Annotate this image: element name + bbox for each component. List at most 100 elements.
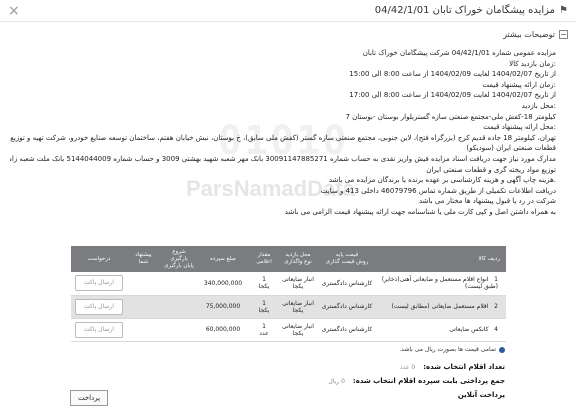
description-line: دریافت اطلاعات تکمیلی از طریق شماره تماس…	[320, 186, 556, 195]
row-number: 1	[494, 276, 498, 284]
col-base-price-label: قیمت پایه	[335, 252, 359, 258]
online-payment-label: پرداخت آنلاین	[457, 391, 505, 399]
row-location-name: انبار ضایعاتی	[282, 276, 314, 284]
description-line: مدارک مورد نیاز جهت دریافت اسناد مزایده …	[10, 154, 556, 163]
row-quantity: 1 یکجا	[248, 272, 280, 296]
col-amount: مبلغ سپرده	[198, 246, 248, 272]
row-location: انبار ضایعاتی یکجا	[280, 272, 316, 296]
description-block: مزایده عمومی شماره 04/42/1/01 شرکت پیشگا…	[10, 48, 556, 218]
selected-count-row: تعداد اقلام انتخاب شده: 0 عدد	[70, 360, 505, 374]
items-table: ردیف کالا قیمت پایه روش قیمت گذاری محل ب…	[71, 246, 506, 342]
row-user-offer	[127, 295, 160, 319]
description-line: به همراه داشتن اصل و کپی کارت ملی یا شنا…	[284, 207, 556, 216]
description-line: از تاریخ 1404/02/07 لغایت 1404/02/09 از …	[349, 70, 556, 79]
row-request: ارسال پاکت	[71, 318, 127, 342]
currency-note-text: تمامی قیمت ها بصورت ریال می باشد.	[399, 346, 496, 353]
selected-count-value: 0 عدد	[400, 363, 416, 371]
description-line: قطعات صنعتی ایران (سودیکو)	[466, 144, 556, 153]
description-line: :زمان ارائه پیشنهاد قیمت	[482, 80, 556, 89]
col-quantity: مقدار اعلامی	[248, 246, 280, 272]
deposit-total-value: 0 ریال	[328, 377, 345, 385]
col-location: محل بازدید نوع واگذاری	[280, 246, 316, 272]
description-line: تهران، کیلومتر 18 جاده قدیم کرج (بزرگراه…	[10, 133, 556, 142]
row-location: انبار ضایعاتی یکجا	[280, 318, 316, 342]
row-request: ارسال پاکت	[71, 272, 127, 296]
description-line: کیلومتر 18-کفش ملی-مجتمع صنعتی سازه گستر…	[345, 112, 556, 121]
page-title: ⚑ مزایده پیشگامان خوراک تابان 04/42/1/01	[375, 5, 568, 16]
send-envelope-button[interactable]: ارسال پاکت	[75, 275, 123, 292]
window-header: ⚑ مزایده پیشگامان خوراک تابان 04/42/1/01…	[0, 0, 576, 22]
row-loading	[160, 272, 198, 296]
table-row: 4 کانکس ضایعاتی کارشناس دادگستری انبار ض…	[71, 318, 506, 342]
row-qty-value: 1	[262, 276, 266, 284]
close-icon[interactable]: ×	[8, 4, 20, 18]
col-start-label: شروع بارگیری	[170, 248, 188, 262]
description-line: :محل ارائه پیشنهاد قیمت	[483, 123, 556, 132]
row-qty-unit: یکجا	[258, 306, 270, 314]
online-payment-row: پرداخت آنلاین	[70, 388, 505, 402]
row-item-name: اقلام مستعمل ضایعاتی (مطابق لیست)	[391, 303, 489, 310]
row-quantity: 1 عدد	[248, 318, 280, 342]
row-loading	[160, 318, 198, 342]
row-item-name: انواع اقلام مستعمل و ضایعاتی آهنی(ذخایر)…	[381, 276, 498, 291]
col-delivery-label: نوع واگذاری	[284, 259, 312, 265]
description-line: از تاریخ 1404/02/07 لغایت 1404/02/09 از …	[349, 91, 556, 100]
row-delivery: یکجا	[292, 283, 304, 291]
send-envelope-button[interactable]: ارسال پاکت	[75, 321, 123, 338]
col-request: درخواست	[71, 246, 127, 272]
row-item: 1 انواع اقلام مستعمل و ضایعاتی آهنی(ذخای…	[378, 272, 506, 296]
row-user-offer	[127, 318, 160, 342]
row-amount: 340,000,000	[198, 272, 248, 296]
page-title-text: مزایده پیشگامان خوراک تابان 04/42/1/01	[374, 5, 556, 16]
collapse-icon[interactable]: −	[559, 30, 568, 39]
row-delivery: یکجا	[292, 306, 304, 314]
section-title: توضیحات بیشتر	[503, 30, 555, 39]
table-row: 1 انواع اقلام مستعمل و ضایعاتی آهنی(ذخای…	[71, 272, 506, 296]
description-line: :محل بازدید	[521, 101, 556, 110]
row-method: کارشناس دادگستری	[316, 318, 378, 342]
deposit-total-row: جمع پرداختی بابت سپرده اقلام انتخاب شده:…	[70, 374, 505, 388]
col-end-label: پایان بارگیری	[164, 262, 194, 269]
row-number: 4	[494, 326, 498, 333]
summary-block: تعداد اقلام انتخاب شده: 0 عدد جمع پرداخت…	[70, 360, 505, 402]
bookmark-icon: ⚑	[559, 5, 568, 16]
description-line: .هزینه چاپ آگهی و هزینه کارشناسی بر عهده…	[328, 176, 556, 185]
row-delivery: یکجا	[292, 329, 304, 337]
table-header-row: ردیف کالا قیمت پایه روش قیمت گذاری محل ب…	[71, 246, 506, 272]
pay-button[interactable]: پرداخت	[70, 390, 108, 406]
row-location-name: انبار ضایعاتی	[282, 322, 314, 330]
row-method: کارشناس دادگستری	[316, 295, 378, 319]
col-pricing-method-label: روش قیمت گذاری	[325, 259, 369, 265]
selected-count-label: تعداد اقلام انتخاب شده:	[423, 363, 505, 371]
row-location: انبار ضایعاتی یکجا	[280, 295, 316, 319]
row-qty-value: 1	[262, 299, 266, 307]
row-item-name: کانکس ضایعاتی	[449, 326, 489, 333]
col-user-offer: پیشنهاد شما	[127, 246, 160, 272]
row-loading	[160, 295, 198, 319]
col-location-label: محل بازدید	[285, 252, 311, 258]
description-line: توزیع مواد ریخته گری و قطعات صنعتی ایران	[426, 165, 556, 174]
table-row: 2 اقلام مستعمل ضایعاتی (مطابق لیست) کارش…	[71, 295, 506, 319]
row-qty-unit: یکجا	[258, 283, 270, 291]
col-loading: شروع بارگیری پایان بارگیری	[160, 246, 198, 272]
row-location-name: انبار ضایعاتی	[282, 299, 314, 307]
col-base-price: قیمت پایه روش قیمت گذاری	[316, 246, 378, 272]
row-request: ارسال پاکت	[71, 295, 127, 319]
row-item: 2 اقلام مستعمل ضایعاتی (مطابق لیست)	[378, 295, 506, 319]
row-user-offer	[127, 272, 160, 296]
row-quantity: 1 یکجا	[248, 295, 280, 319]
row-number: 2	[494, 303, 498, 310]
row-qty-unit: عدد	[259, 329, 269, 337]
info-dot-icon	[499, 346, 505, 353]
col-row: ردیف کالا	[378, 246, 506, 272]
description-line: مزایده عمومی شماره 04/42/1/01 شرکت پیشگا…	[362, 49, 556, 57]
description-line: شرکت در رد یا قبول پیشنهاد ها مختار می ب…	[418, 197, 556, 206]
row-method: کارشناس دادگستری	[316, 272, 378, 296]
row-amount: 75,000,000	[198, 295, 248, 319]
row-item: 4 کانکس ضایعاتی	[378, 318, 506, 342]
send-envelope-button[interactable]: ارسال پاکت	[75, 298, 123, 315]
description-line: :زمان بازدید کالا	[509, 59, 556, 68]
row-qty-value: 1	[262, 322, 266, 330]
section-header[interactable]: − توضیحات بیشتر	[503, 30, 568, 39]
row-amount: 60,000,000	[198, 318, 248, 342]
